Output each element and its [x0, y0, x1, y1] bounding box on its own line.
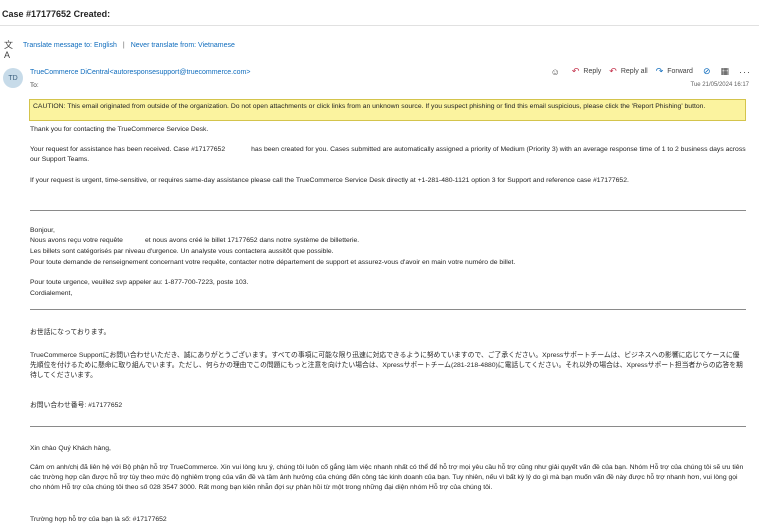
request-text-a: Your request for assistance has been rec… — [30, 146, 226, 153]
message-actions: ☺ ↶ Reply ↶ Reply all ↷ Forward ⊘ ▦ ··· — [551, 66, 751, 77]
reply-button[interactable]: ↶ Reply — [572, 67, 601, 76]
forward-button[interactable]: ↷ Forward — [656, 67, 693, 76]
sender-avatar[interactable]: TD — [3, 68, 23, 88]
translate-separator: | — [122, 41, 125, 49]
divider — [30, 210, 746, 211]
never-translate-link[interactable]: Never translate from: Vietnamese — [131, 42, 235, 49]
reply-all-icon: ↶ — [609, 66, 617, 76]
sensitivity-icon[interactable]: ⊘ — [703, 66, 711, 77]
vietnamese-greeting: Xin chào Quý Khách hàng, — [30, 445, 111, 452]
translate-message-link[interactable]: Translate message to: English — [23, 42, 117, 49]
french-line-1: Nous avons reçu votre requête et nous avo… — [30, 236, 746, 246]
reply-all-label: Reply all — [620, 68, 648, 75]
french-line-2: Les billets sont catégorisés par niveau … — [30, 248, 334, 255]
translate-icon: 文A — [4, 40, 14, 60]
urgent-text: If your request is urgent, time-sensitiv… — [30, 177, 629, 184]
caution-banner: CAUTION: This email originated from outs… — [29, 99, 746, 121]
vietnamese-body: Cảm ơn anh/chị đã liên hệ với Bộ phận hỗ… — [30, 464, 744, 491]
apps-icon[interactable]: ▦ — [720, 66, 729, 77]
more-icon[interactable]: ··· — [739, 67, 751, 77]
french-greeting: Bonjour, — [30, 227, 55, 234]
japanese-greeting: お世話になっております。 — [30, 329, 111, 336]
forward-icon: ↷ — [655, 66, 664, 76]
vietnamese-ticket: Trường hợp hỗ trợ của bạn là số: #171776… — [30, 516, 167, 523]
french-line-1b: et nous avons créé le billet 17177652 da… — [144, 237, 360, 244]
received-date: Tue 21/05/2024 16:17 — [690, 82, 750, 88]
forward-label: Forward — [667, 68, 693, 75]
translate-bar: 文A Translate message to: English | Never… — [4, 39, 235, 60]
emoji-icon[interactable]: ☺ — [551, 67, 560, 77]
request-text: Your request for assistance has been rec… — [30, 145, 746, 165]
sender-name[interactable]: TrueCommerce DiCentral<autoresponsesuppo… — [30, 69, 250, 76]
thanks-text: Thank you for contacting the TrueCommerc… — [30, 126, 209, 133]
divider — [30, 309, 746, 310]
japanese-body: TrueCommerce Supportにお問い合わせいただき、誠にありがとうご… — [30, 352, 743, 379]
french-line-1a: Nous avons reçu votre requête — [30, 237, 123, 244]
japanese-ticket: お問い合わせ番号: #17177652 — [30, 402, 123, 409]
french-line-3: Pour toute demande de renseignement conc… — [30, 259, 516, 266]
email-subject: Case #17177652 Created: — [2, 9, 111, 19]
subject-bar: Case #17177652 Created: — [0, 0, 759, 26]
french-line-4: Pour toute urgence, veuillez svp appeler… — [30, 279, 249, 286]
divider — [30, 426, 746, 427]
french-closing: Cordialement, — [30, 290, 73, 297]
reply-icon: ↶ — [571, 66, 580, 76]
to-label: To: — [30, 82, 39, 89]
reply-label: Reply — [583, 68, 602, 75]
reply-all-button[interactable]: ↶ Reply all — [609, 67, 647, 76]
